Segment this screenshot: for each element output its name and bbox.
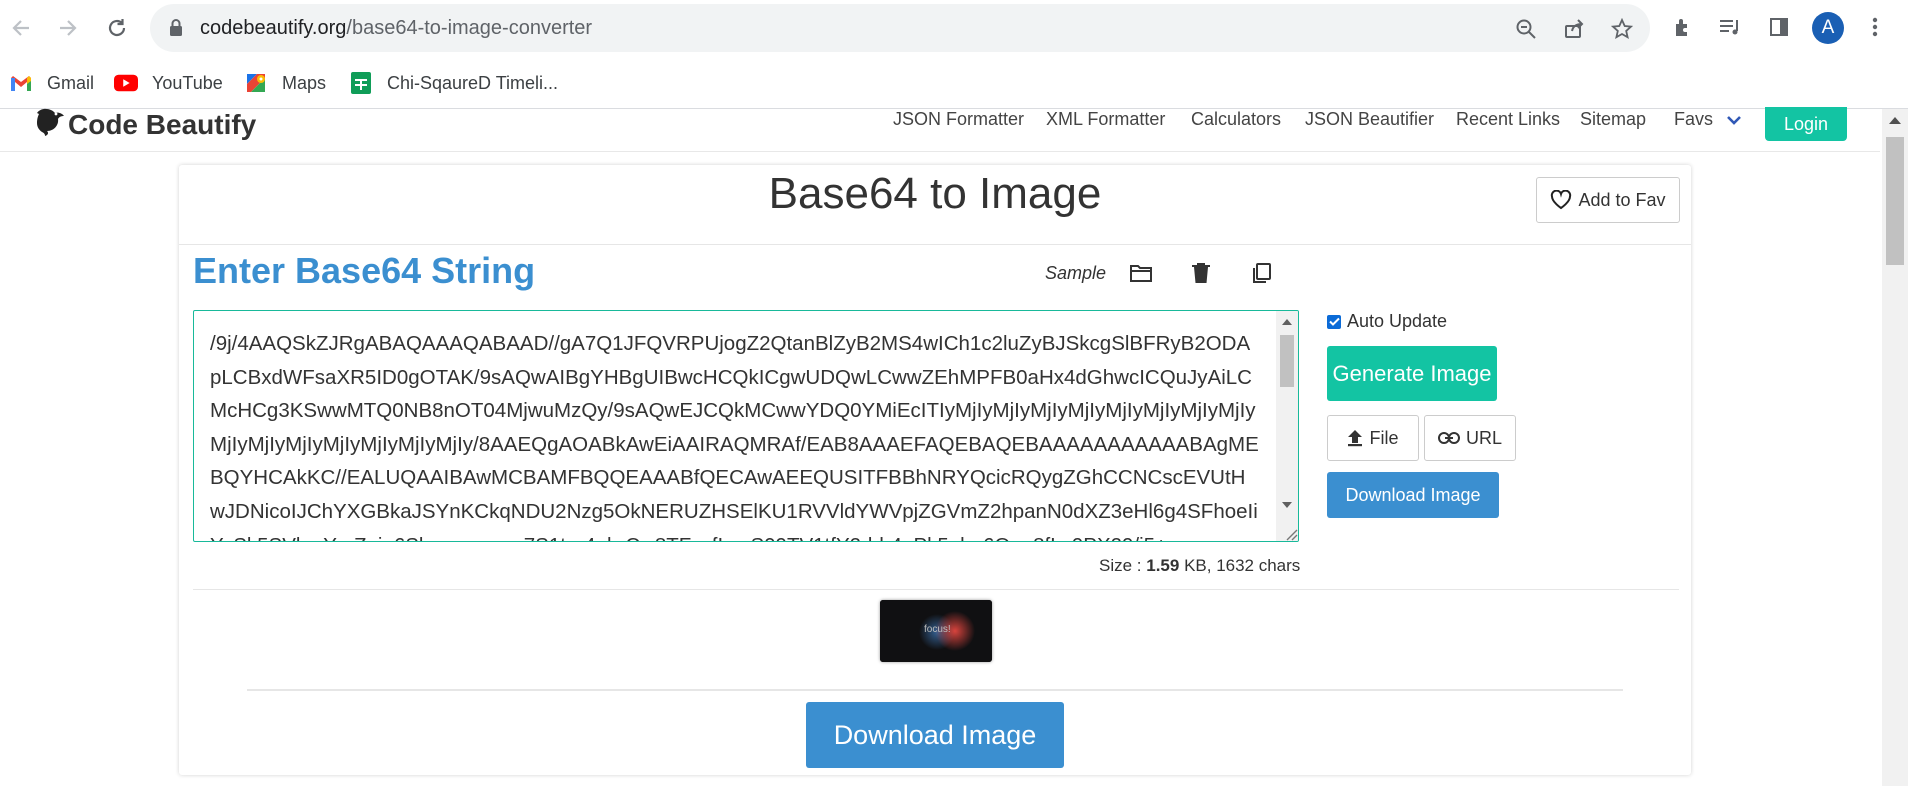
nav-favs[interactable]: Favs <box>1674 109 1742 133</box>
profile-avatar[interactable]: A <box>1812 12 1844 44</box>
image-preview: focus! <box>880 600 992 662</box>
url-load-button[interactable]: URL <box>1424 415 1516 461</box>
converter-card: Base64 to Image Add to Fav Enter Base64 … <box>179 165 1691 775</box>
back-button[interactable] <box>6 13 36 43</box>
sample-link[interactable]: Sample <box>1045 263 1106 284</box>
open-folder-icon[interactable] <box>1125 257 1157 289</box>
site-header: Code Beautify JSON Formatter XML Formatt… <box>0 107 1880 152</box>
youtube-icon <box>114 73 138 93</box>
scroll-up-arrow-icon[interactable] <box>1889 117 1901 124</box>
arrow-right-icon <box>60 20 77 36</box>
page-title: Base64 to Image <box>768 169 1102 218</box>
site-logo[interactable]: Code Beautify <box>34 107 256 144</box>
login-button[interactable]: Login <box>1765 107 1847 141</box>
heart-icon <box>1551 190 1572 210</box>
media-queue-icon[interactable] <box>1717 14 1743 40</box>
download-image-side-button[interactable]: Download Image <box>1327 472 1499 518</box>
share-icon[interactable] <box>1561 16 1587 42</box>
forward-button[interactable] <box>53 13 83 43</box>
auto-update-checkbox[interactable] <box>1327 314 1341 329</box>
base64-input[interactable]: /9j/4AAQSkZJRgABAQAAAQABAAD//gA7Q1JFQVRP… <box>193 310 1299 542</box>
arrow-left-icon <box>12 20 29 36</box>
upload-icon <box>1348 430 1363 447</box>
star-icon[interactable] <box>1609 16 1635 42</box>
copy-icon[interactable] <box>1245 257 1277 289</box>
side-panel-icon[interactable] <box>1766 14 1792 40</box>
preview-caption: focus! <box>924 624 951 635</box>
base64-input-text: /9j/4AAQSkZJRgABAQAAAQABAAD//gA7Q1JFQVRP… <box>210 332 1259 541</box>
maps-icon <box>244 73 268 93</box>
textarea-scrollbar[interactable] <box>1276 311 1298 541</box>
file-upload-button[interactable]: File <box>1327 415 1419 461</box>
nav-calculators[interactable]: Calculators <box>1191 109 1281 133</box>
nav-json-formatter[interactable]: JSON Formatter <box>893 109 1024 133</box>
reload-icon <box>108 19 126 37</box>
textarea-scroll-down-icon[interactable] <box>1282 502 1292 508</box>
generate-image-button[interactable]: Generate Image <box>1327 346 1497 401</box>
download-image-button[interactable]: Download Image <box>806 702 1064 768</box>
auto-update-toggle[interactable]: Auto Update <box>1327 311 1447 332</box>
nav-xml-formatter[interactable]: XML Formatter <box>1046 109 1165 133</box>
section-title: Enter Base64 String <box>193 250 536 291</box>
textarea-scrollbar-thumb[interactable] <box>1280 335 1294 387</box>
sheets-icon <box>349 72 373 94</box>
content-divider <box>193 589 1679 590</box>
bookmark-maps[interactable]: Maps <box>244 70 326 96</box>
lower-divider <box>247 689 1623 691</box>
nav-sitemap[interactable]: Sitemap <box>1580 109 1646 133</box>
url-text: codebeautify.org/base64-to-image-convert… <box>200 17 593 39</box>
more-menu-icon[interactable] <box>1862 14 1888 40</box>
size-info: Size : 1.59 KB, 1632 chars <box>1099 556 1301 575</box>
logo-bird-icon <box>34 107 66 144</box>
bookmark-gmail[interactable]: Gmail <box>9 70 94 96</box>
address-bar[interactable]: codebeautify.org/base64-to-image-convert… <box>150 4 1650 52</box>
gmail-icon <box>9 73 33 93</box>
page-scrollbar-thumb[interactable] <box>1886 137 1904 265</box>
trash-icon[interactable] <box>1185 257 1217 289</box>
resize-grip-icon[interactable] <box>1284 527 1298 541</box>
bookmark-sheets[interactable]: Chi-SqaureD Timeli... <box>349 70 558 96</box>
nav-recent-links[interactable]: Recent Links <box>1456 109 1560 133</box>
zoom-out-icon[interactable] <box>1513 16 1539 42</box>
bookmarks-bar: Gmail YouTube Maps Chi-SqaureD Timeli... <box>0 58 1908 109</box>
add-to-fav-button[interactable]: Add to Fav <box>1536 177 1680 223</box>
lock-icon <box>168 18 184 43</box>
reload-button[interactable] <box>102 13 132 43</box>
nav-json-beautifier[interactable]: JSON Beautifier <box>1305 109 1434 133</box>
chevron-down-icon <box>1727 116 1741 126</box>
bookmark-youtube[interactable]: YouTube <box>114 70 223 96</box>
textarea-scroll-up-icon[interactable] <box>1282 319 1292 325</box>
checkmark-icon <box>1328 317 1340 326</box>
title-divider <box>179 244 1691 245</box>
browser-toolbar: codebeautify.org/base64-to-image-convert… <box>0 0 1908 58</box>
link-icon <box>1437 432 1460 444</box>
page-scrollbar[interactable] <box>1882 109 1908 786</box>
extensions-icon[interactable] <box>1670 14 1696 40</box>
